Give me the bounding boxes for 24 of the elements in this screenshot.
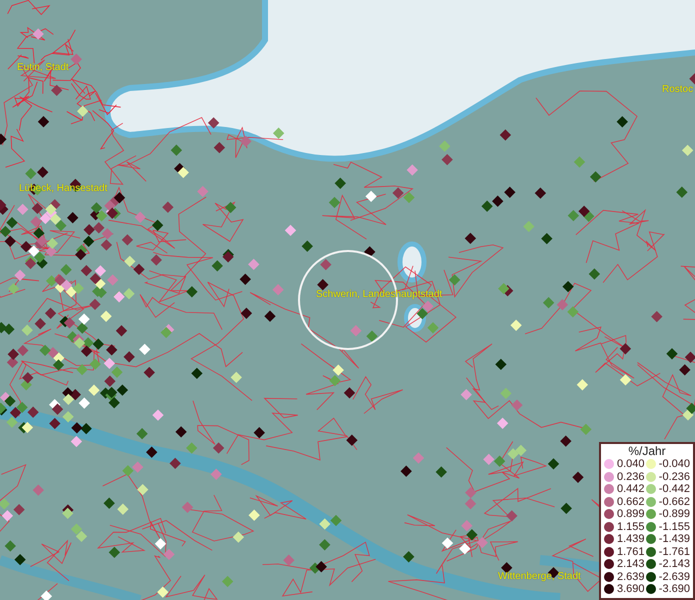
legend-value: -0.899 [658,508,690,520]
legend-value: 3.690 [617,583,645,596]
legend-value: -1.761 [658,546,690,558]
legend-value: -0.236 [658,470,690,483]
legend-value: 2.639 [617,570,645,583]
legend-value: -0.662 [658,496,690,508]
legend-value: -1.439 [658,533,690,546]
legend-value: 2.143 [617,558,645,570]
legend-value: -0.442 [658,483,690,496]
legend-value: 0.236 [617,470,645,483]
legend-value: -2.143 [658,558,690,570]
place-label: Rostoc [662,84,694,96]
legend-title: %/Jahr [627,445,667,458]
legend-value: 0.662 [617,496,645,508]
legend-value: 1.155 [617,520,645,533]
legend-value: 0.040 [617,458,645,470]
legend-value: -3.690 [658,583,690,596]
legend-value: 1.439 [617,533,645,546]
legend-value: 0.899 [617,508,645,520]
legend-value: -1.155 [658,520,690,533]
legend-value: -0.040 [658,458,690,470]
legend-value: 0.442 [617,483,645,496]
legend-value: -2.639 [658,570,690,583]
legend-value: 1.761 [617,546,645,558]
